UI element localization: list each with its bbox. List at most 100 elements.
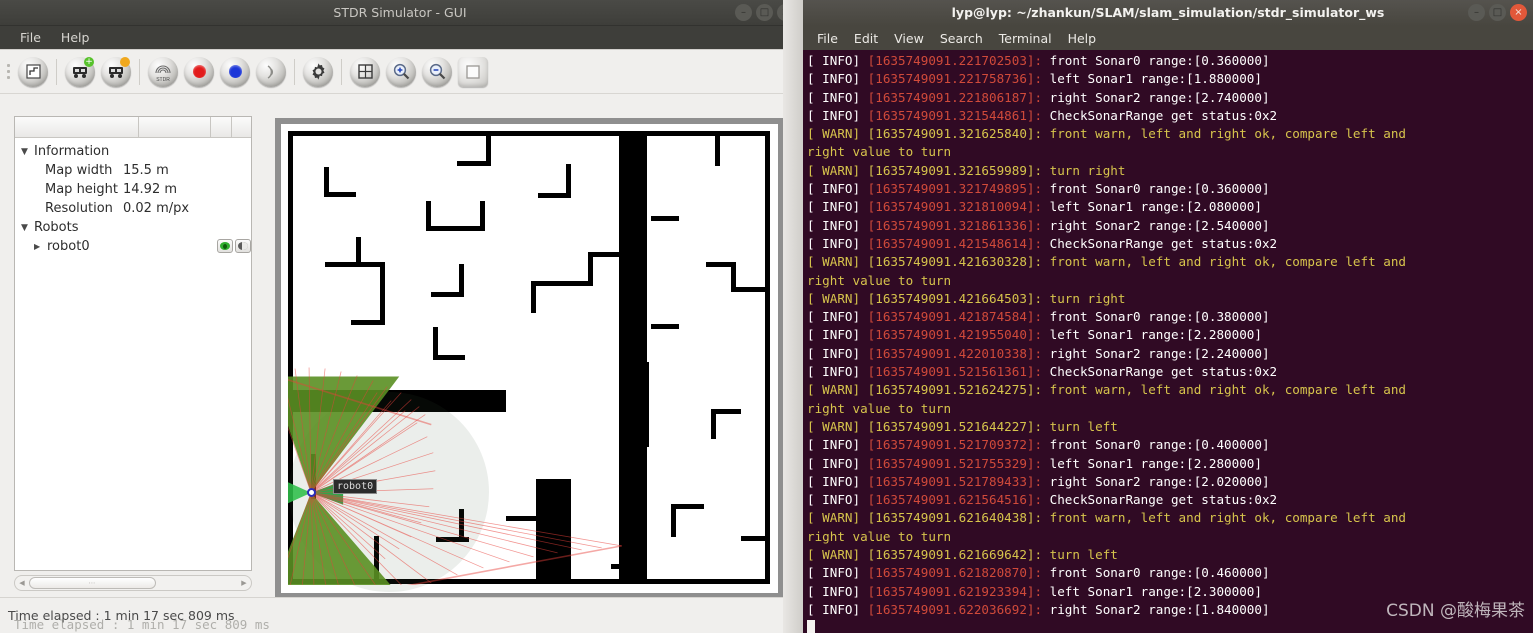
- log-message: left Sonar1 range:[2.280000]: [1042, 327, 1262, 343]
- log-message: front Sonar0 range:[0.460000]: [1042, 565, 1270, 581]
- terminal-log-line: right value to turn: [807, 400, 1529, 418]
- log-level-tag: [ WARN]: [807, 510, 868, 526]
- log-message: front warn, left and right ok, compare l…: [1042, 510, 1407, 526]
- terminal-menu-edit[interactable]: Edit: [846, 29, 886, 48]
- tree-item-resolution: Resolution 0.02 m/px: [15, 199, 251, 218]
- scroll-left-arrow-icon[interactable]: ◀: [15, 579, 29, 587]
- terminal-menu-search[interactable]: Search: [932, 29, 991, 48]
- menu-help[interactable]: Help: [51, 28, 100, 47]
- log-level-tag: [ WARN]: [807, 418, 868, 434]
- add-badge: +: [84, 56, 94, 67]
- add-robot-icon[interactable]: +: [64, 56, 96, 88]
- log-timestamp: [1635749091.621640438]:: [867, 510, 1043, 526]
- log-timestamp: [1635749091.521709372]:: [867, 437, 1043, 453]
- log-timestamp: [1635749091.621564516]:: [867, 492, 1043, 508]
- visibility-on-icon[interactable]: [217, 239, 233, 253]
- stdr-maximize-button[interactable]: □: [756, 4, 773, 21]
- terminal-minimize-button[interactable]: –: [1468, 4, 1485, 21]
- log-message: right Sonar2 range:[2.740000]: [1042, 89, 1270, 105]
- map-width-label: Map width: [45, 163, 113, 178]
- terminal-menubar: File Edit View Search Terminal Help: [803, 26, 1533, 50]
- resolution-value: 0.02 m/px: [123, 201, 190, 216]
- zoom-out-icon[interactable]: [421, 56, 453, 88]
- stdr-simulator-window: STDR Simulator - GUI – □ × File Help: [0, 0, 800, 633]
- csdn-watermark: CSDN @酸梅果茶: [1386, 601, 1525, 621]
- terminal-menu-terminal[interactable]: Terminal: [991, 29, 1060, 48]
- duplicate-robot-icon[interactable]: [100, 56, 132, 88]
- chevron-down-icon[interactable]: [21, 147, 34, 157]
- stdr-menubar: File Help: [0, 26, 800, 50]
- terminal-log-line: [ WARN] [1635749091.621640438]: front wa…: [807, 509, 1529, 527]
- record-icon[interactable]: [183, 56, 215, 88]
- play-icon[interactable]: [219, 56, 251, 88]
- scrollbar-track[interactable]: ⋯: [29, 577, 237, 589]
- properties-gear-icon[interactable]: [302, 56, 334, 88]
- chevron-down-icon[interactable]: [21, 223, 34, 233]
- terminal-log-line: [ WARN] [1635749091.421630328]: front wa…: [807, 253, 1529, 271]
- tree-group-robots[interactable]: Robots: [15, 218, 251, 237]
- log-level-tag: [ INFO]: [807, 327, 868, 343]
- menu-file[interactable]: File: [10, 28, 51, 47]
- terminal-log-line: [ INFO] [1635749091.221758736]: left Son…: [807, 70, 1529, 88]
- terminal-log-line: [ INFO] [1635749091.221702503]: front So…: [807, 52, 1529, 70]
- log-message: turn left: [1042, 547, 1118, 563]
- terminal-log-line: [ WARN] [1635749091.321659989]: turn rig…: [807, 162, 1529, 180]
- tree-column-visibility[interactable]: [211, 117, 232, 137]
- terminal-close-button[interactable]: ×: [1510, 4, 1527, 21]
- stdr-window-title: STDR Simulator - GUI: [333, 5, 467, 20]
- terminal-menu-help[interactable]: Help: [1060, 29, 1105, 48]
- scrollbar-thumb[interactable]: ⋯: [29, 577, 156, 589]
- terminal-cursor: [807, 619, 1529, 633]
- visibility-partial-icon[interactable]: [235, 239, 251, 253]
- load-map-icon[interactable]: [17, 56, 49, 88]
- log-message: right Sonar2 range:[2.540000]: [1042, 217, 1270, 233]
- zoom-in-icon[interactable]: [385, 56, 417, 88]
- tree-group-information[interactable]: Information: [15, 142, 251, 161]
- terminal-output[interactable]: [ INFO] [1635749091.221702503]: front So…: [803, 50, 1533, 633]
- log-timestamp: [1635749091.621669642]:: [867, 547, 1043, 563]
- sidebar-horizontal-scrollbar[interactable]: ◀ ⋯ ▶: [14, 575, 252, 591]
- log-message: right Sonar2 range:[2.020000]: [1042, 473, 1270, 489]
- terminal-log-line: [ WARN] [1635749091.521644227]: turn lef…: [807, 418, 1529, 436]
- scroll-right-arrow-icon[interactable]: ▶: [237, 579, 251, 587]
- log-level-tag: [ INFO]: [807, 565, 868, 581]
- terminal-log-line: right value to turn: [807, 143, 1529, 161]
- log-timestamp: [1635749091.321861336]:: [867, 217, 1043, 233]
- log-timestamp: [1635749091.521789433]:: [867, 473, 1043, 489]
- terminal-menu-file[interactable]: File: [809, 29, 846, 48]
- terminal-log-line: [ INFO] [1635749091.321810094]: left Son…: [807, 198, 1529, 216]
- sonar-icon[interactable]: [255, 56, 287, 88]
- log-level-tag: [ WARN]: [807, 382, 868, 398]
- log-timestamp: [1635749091.421548614]:: [867, 235, 1043, 251]
- tree-item-robot0[interactable]: robot0: [15, 237, 251, 256]
- robot-position-marker[interactable]: [307, 488, 316, 497]
- svg-text:STDR: STDR: [156, 77, 170, 83]
- stdr-logo-icon[interactable]: STDR: [147, 56, 179, 88]
- terminal-titlebar: lyp@lyp: ~/zhankun/SLAM/slam_simulation/…: [803, 0, 1533, 26]
- grid-icon[interactable]: [349, 56, 381, 88]
- stdr-minimize-button[interactable]: –: [735, 4, 752, 21]
- fit-view-icon[interactable]: [457, 56, 489, 88]
- log-timestamp: [1635749091.622036692]:: [867, 601, 1043, 617]
- map-viewport[interactable]: robot0: [275, 118, 784, 599]
- tree-column-extra[interactable]: [232, 117, 251, 137]
- toolbar-drag-handle[interactable]: [4, 59, 13, 85]
- properties-tree-panel[interactable]: Information Map width 15.5 m Map height …: [14, 116, 252, 571]
- tree-column-name[interactable]: [15, 117, 139, 137]
- tree-column-value[interactable]: [139, 117, 211, 137]
- terminal-log-line: [ WARN] [1635749091.621669642]: turn lef…: [807, 546, 1529, 564]
- log-level-tag: [ WARN]: [807, 126, 868, 142]
- log-level-tag: [ INFO]: [807, 89, 868, 105]
- terminal-log-line: [ INFO] [1635749091.421874584]: front So…: [807, 308, 1529, 326]
- log-message: front Sonar0 range:[0.360000]: [1042, 181, 1270, 197]
- log-timestamp: [1635749091.321749895]:: [867, 181, 1043, 197]
- map-canvas[interactable]: robot0: [281, 124, 778, 593]
- terminal-menu-view[interactable]: View: [886, 29, 932, 48]
- log-message: front Sonar0 range:[0.360000]: [1042, 53, 1270, 68]
- tree-body: Information Map width 15.5 m Map height …: [15, 138, 251, 256]
- chevron-right-icon[interactable]: [34, 242, 47, 252]
- terminal-maximize-button[interactable]: □: [1489, 4, 1506, 21]
- log-level-tag: [ INFO]: [807, 455, 868, 471]
- terminal-log-line: [ INFO] [1635749091.621564516]: CheckSon…: [807, 491, 1529, 509]
- log-level-tag: [ INFO]: [807, 364, 868, 380]
